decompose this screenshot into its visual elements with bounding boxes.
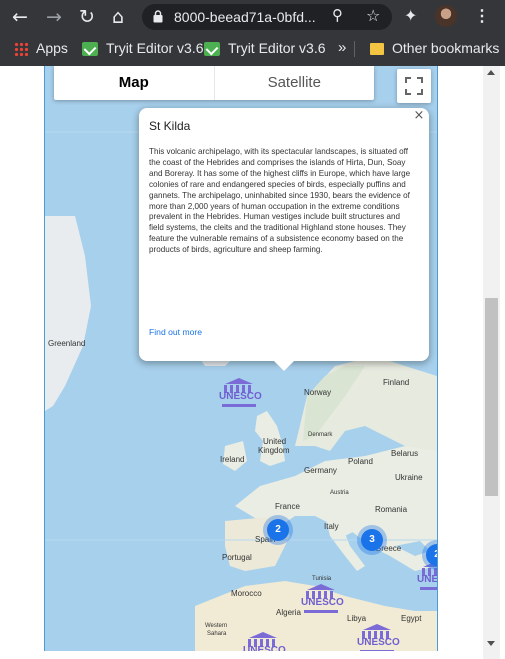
unesco-roof: [307, 584, 335, 590]
map-label-poland: Poland: [348, 457, 373, 466]
info-title: St Kilda: [149, 119, 191, 133]
map-type-map[interactable]: Map: [54, 66, 215, 100]
menu-icon[interactable]: ⋮: [474, 6, 490, 26]
unesco-marker-text: UNESCO: [417, 574, 437, 585]
map-label-greenland: Greenland: [48, 339, 86, 348]
url-text: 8000-beead71a-0bfd...: [174, 9, 316, 25]
marker-cluster-spain[interactable]: 2: [267, 519, 289, 541]
map-canvas[interactable]: Map Satellite Greenland Finland Norway D…: [45, 66, 437, 651]
bookmark-other[interactable]: Other bookmarks: [370, 39, 499, 57]
fullscreen-icon: [405, 77, 411, 83]
bookmark-apps-label: Apps: [36, 40, 68, 56]
map-label-austria: Austria: [330, 490, 349, 496]
map-label-germany: Germany: [304, 466, 337, 475]
map-label-morocco: Morocco: [231, 589, 262, 598]
map-label-uk-1: United: [263, 437, 287, 446]
fullscreen-icon-corner: [405, 89, 411, 95]
unesco-base: [222, 404, 256, 407]
tryit-icon: [204, 42, 220, 57]
bookmark-tryit-2-label: Tryit Editor v3.6: [228, 40, 326, 56]
bookmark-tryit-1-label: Tryit Editor v3.6: [106, 40, 204, 56]
apps-icon: [14, 42, 28, 57]
unesco-marker-text: UNESCO: [357, 637, 400, 648]
unesco-base: [420, 587, 437, 590]
scroll-up-icon[interactable]: [487, 70, 495, 75]
map-label-denmark: Denmark: [308, 432, 333, 438]
bookmark-apps[interactable]: Apps: [14, 39, 68, 57]
unesco-roof: [225, 378, 253, 384]
close-icon[interactable]: ×: [412, 109, 426, 123]
map-label-sahara: Sahara: [207, 631, 227, 637]
bookmark-star-icon[interactable]: ☆: [366, 6, 380, 25]
scroll-thumb[interactable]: [485, 298, 498, 496]
reload-icon[interactable]: ↻: [75, 5, 99, 29]
browser-chrome: ← → ↻ ⌂ 8000-beead71a-0bfd... ⚲ ☆ ✦ ⋮ Ap…: [0, 0, 505, 66]
map-label-ireland: Ireland: [220, 455, 245, 464]
bookmarks-bar: Apps Tryit Editor v3.6 Tryit Editor v3.6…: [0, 34, 505, 62]
page-scrollbar[interactable]: [483, 66, 500, 659]
find-out-more-link[interactable]: Find out more: [149, 327, 202, 337]
fullscreen-icon-corner: [417, 77, 423, 83]
fullscreen-icon-corner: [417, 89, 423, 95]
folder-icon: [370, 43, 384, 56]
unesco-marker-text: UNESCO: [301, 597, 344, 608]
bookmark-tryit-1[interactable]: Tryit Editor v3.6: [82, 39, 204, 57]
map-label-tunisia: Tunisia: [312, 576, 332, 582]
map-label-uk-2: Kingdom: [258, 446, 290, 455]
zoom-icon[interactable]: ⚲: [332, 6, 343, 24]
map-label-algeria: Algeria: [276, 608, 301, 617]
bookmark-other-label: Other bookmarks: [392, 40, 500, 56]
info-description: This volcanic archipelago, with its spec…: [149, 147, 411, 255]
lock-icon: [153, 10, 163, 23]
map-label-ukraine: Ukraine: [395, 473, 423, 482]
page-content: Map Satellite Greenland Finland Norway D…: [0, 66, 505, 659]
map-type-control: Map Satellite: [54, 66, 374, 100]
unesco-marker[interactable]: UNESCO: [243, 632, 286, 651]
frame-border: [437, 66, 438, 651]
unesco-marker-text: UNESCO: [219, 391, 262, 402]
map-label-western: Western: [205, 623, 228, 629]
marker-cluster-greece[interactable]: 3: [361, 529, 383, 551]
unesco-base: [360, 650, 394, 651]
profile-avatar[interactable]: [435, 5, 457, 27]
extensions-icon[interactable]: ✦: [404, 6, 417, 25]
address-bar[interactable]: 8000-beead71a-0bfd... ⚲ ☆: [142, 4, 392, 30]
map-label-egypt: Egypt: [401, 614, 422, 623]
map-label-france: France: [275, 502, 300, 511]
unesco-marker[interactable]: UNESCO: [301, 584, 344, 616]
map-label-romania: Romania: [375, 505, 408, 514]
home-icon[interactable]: ⌂: [106, 5, 130, 29]
map-label-portugal: Portugal: [222, 553, 252, 562]
unesco-base: [304, 610, 338, 613]
back-icon[interactable]: ←: [8, 5, 32, 29]
fullscreen-button[interactable]: [397, 69, 431, 103]
bookmarks-separator: [354, 41, 355, 57]
bookmarks-overflow[interactable]: »: [338, 39, 346, 57]
tryit-icon: [82, 42, 98, 57]
browser-toolbar: ← → ↻ ⌂ 8000-beead71a-0bfd... ⚲ ☆ ✦ ⋮: [0, 0, 505, 34]
map-label-norway: Norway: [304, 388, 332, 397]
map-type-satellite[interactable]: Satellite: [215, 66, 375, 100]
info-window: × St Kilda This volcanic archipelago, wi…: [139, 108, 429, 371]
map-label-belarus: Belarus: [391, 449, 419, 458]
unesco-roof: [363, 624, 391, 630]
unesco-roof: [249, 632, 277, 638]
unesco-marker[interactable]: UNESCO: [357, 624, 400, 651]
map-label-libya: Libya: [347, 614, 367, 623]
map-label-finland: Finland: [383, 378, 410, 387]
scroll-down-icon[interactable]: [487, 641, 495, 646]
unesco-marker-text: UNESCO: [243, 645, 286, 651]
forward-icon[interactable]: →: [42, 5, 66, 29]
map-label-italy: Italy: [324, 522, 339, 531]
bookmark-tryit-2[interactable]: Tryit Editor v3.6: [204, 39, 326, 57]
unesco-marker-st-kilda[interactable]: UNESCO: [219, 378, 262, 410]
